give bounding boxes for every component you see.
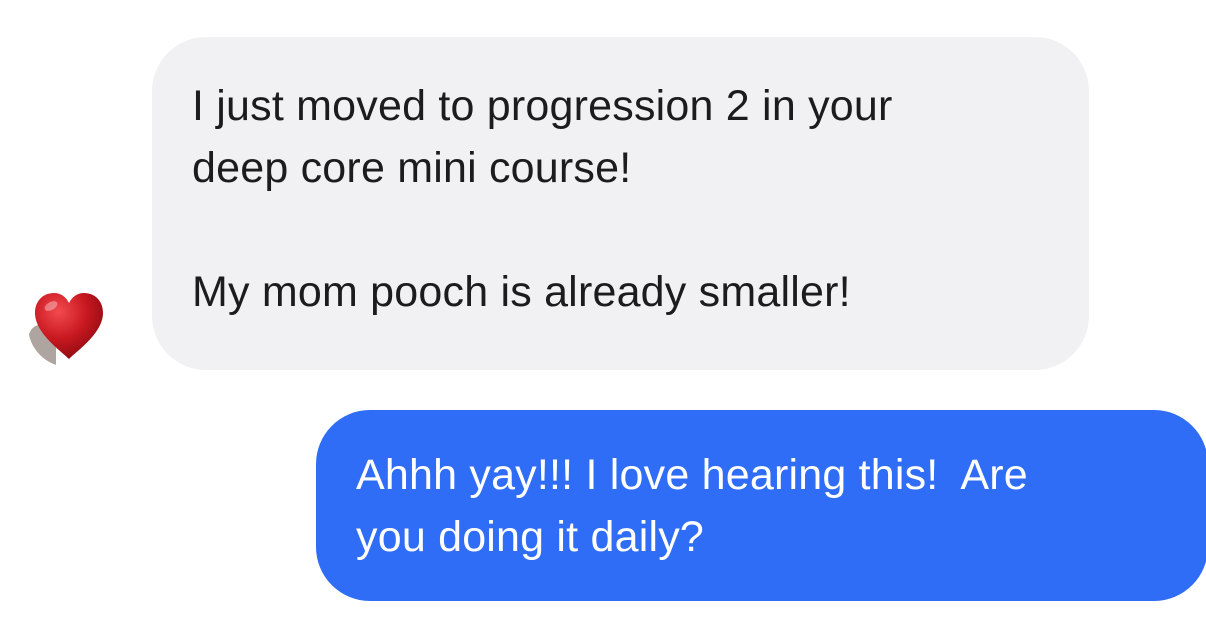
red-heart-icon [35, 293, 103, 359]
message-thread: I just moved to progression 2 in your de… [0, 0, 1206, 635]
outgoing-message-bubble[interactable]: Ahhh yay!!! I love hearing this! Are you… [316, 410, 1206, 601]
sender-avatar[interactable] [28, 285, 110, 367]
incoming-message-bubble[interactable]: I just moved to progression 2 in your de… [152, 37, 1089, 370]
